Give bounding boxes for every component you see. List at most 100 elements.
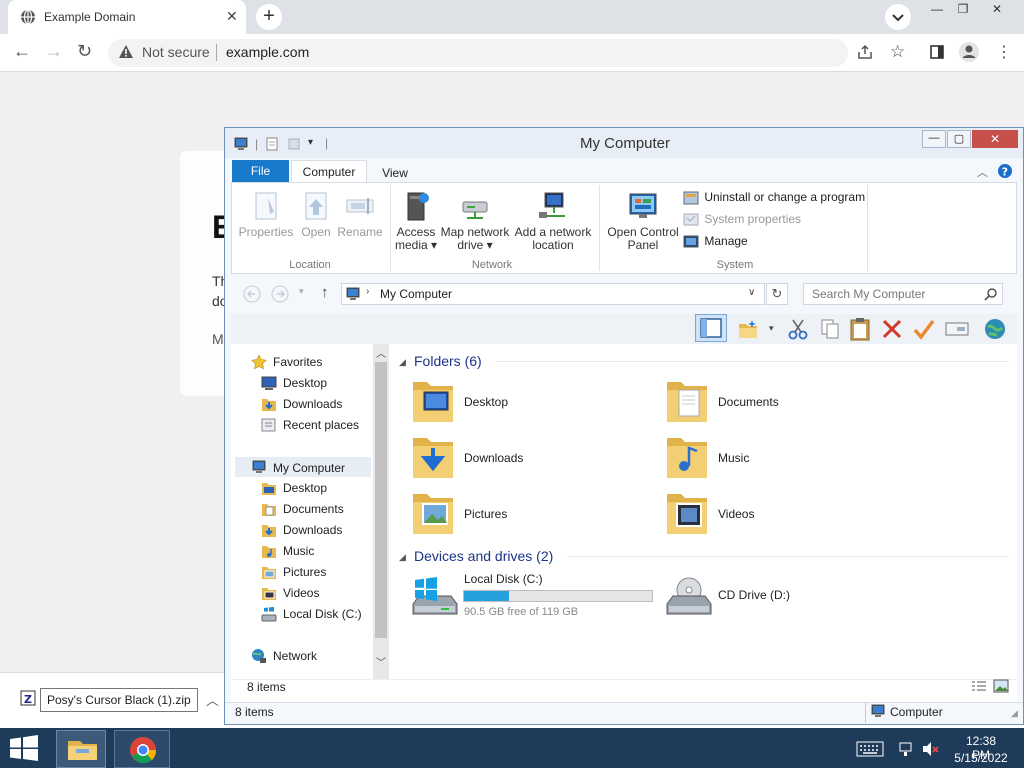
side-panel-icon[interactable] <box>930 45 944 59</box>
network-tray-icon[interactable] <box>898 741 914 757</box>
nav-computer-pictures[interactable]: Pictures <box>261 564 371 580</box>
large-icons-view-icon[interactable] <box>993 679 1009 693</box>
explorer-minimize-button[interactable]: — <box>922 130 946 148</box>
taskbar-chrome-button[interactable] <box>114 730 170 768</box>
profile-avatar-icon[interactable] <box>958 41 980 63</box>
folder-item-music[interactable]: Music <box>665 434 905 482</box>
explorer-maximize-button[interactable]: ▢ <box>947 130 971 148</box>
forward-arrow-icon[interactable] <box>271 285 289 303</box>
nav-computer-downloads[interactable]: Downloads <box>261 522 371 538</box>
properties-button[interactable]: Properties <box>235 190 297 239</box>
security-label[interactable]: Not secure <box>142 44 210 60</box>
nav-favorites-downloads[interactable]: Downloads <box>261 396 371 412</box>
nav-computer-music[interactable]: Music <box>261 543 371 559</box>
page-link[interactable]: M <box>212 331 224 347</box>
nav-my-computer[interactable]: My Computer <box>235 457 371 477</box>
properties-quick-icon[interactable] <box>265 137 279 151</box>
paste-icon[interactable] <box>849 317 871 341</box>
nav-computer-documents[interactable]: Documents <box>261 501 371 517</box>
system-properties-link[interactable]: System properties <box>683 212 801 228</box>
rename-toolbar-icon[interactable] <box>945 319 969 339</box>
chevron-up-icon[interactable]: ︿ <box>206 690 219 709</box>
search-icon[interactable] <box>984 287 998 301</box>
keyboard-icon[interactable] <box>856 741 884 757</box>
collapse-group-icon[interactable]: ◢ <box>399 357 406 368</box>
nav-computer-videos[interactable]: Videos <box>261 585 371 601</box>
new-folder-icon[interactable] <box>737 318 759 340</box>
omnibox[interactable] <box>108 39 848 67</box>
cut-icon[interactable] <box>788 318 808 340</box>
scroll-down-icon[interactable]: ﹀ <box>376 654 386 669</box>
tab-file[interactable]: File <box>232 160 289 182</box>
open-control-panel-button[interactable]: Open Control Panel <box>603 190 683 252</box>
bookmark-star-icon[interactable]: ☆ <box>890 42 905 62</box>
nav-computer-desktop[interactable]: Desktop <box>261 480 371 496</box>
new-tab-button[interactable]: + <box>256 4 282 30</box>
nav-scrollbar[interactable]: ︿ ﹀ <box>373 344 389 699</box>
tab-search-button[interactable] <box>885 4 911 30</box>
drive-item-c[interactable]: Local Disk (C:) 90.5 GB free of 119 GB <box>411 572 661 622</box>
access-media-button[interactable]: Access media ▾ <box>391 190 441 252</box>
folder-item-videos[interactable]: Videos <box>665 490 905 538</box>
nav-computer-local-disk[interactable]: Local Disk (C:) <box>261 606 371 622</box>
back-arrow-icon[interactable] <box>243 285 261 303</box>
tab-view[interactable]: View <box>373 166 417 180</box>
restore-button[interactable]: ❐ <box>946 0 980 20</box>
volume-muted-icon[interactable] <box>922 741 940 757</box>
globe-toolbar-icon[interactable] <box>983 317 1007 341</box>
details-view-icon[interactable] <box>971 680 987 694</box>
taskbar-explorer-button[interactable] <box>56 730 106 768</box>
browser-menu-icon[interactable]: ⋮ <box>996 42 1012 62</box>
tab-close-icon[interactable]: ✕ <box>226 8 238 25</box>
forward-icon[interactable]: → <box>45 41 63 62</box>
nav-network[interactable]: Network <box>251 648 361 664</box>
drive-item-d[interactable]: CD Drive (D:) <box>665 574 865 622</box>
browser-tab[interactable]: Example Domain ✕ <box>8 0 246 34</box>
layout-pane-button[interactable] <box>695 314 727 342</box>
windows-start-icon[interactable] <box>10 735 38 761</box>
recent-locations-icon[interactable]: ▾ <box>299 286 304 297</box>
folders-group-header[interactable]: Folders (6) <box>414 353 482 369</box>
computer-icon[interactable] <box>233 137 249 151</box>
map-network-drive-button[interactable]: Map network drive ▾ <box>439 190 511 252</box>
drives-group-header[interactable]: Devices and drives (2) <box>414 548 553 564</box>
download-filename[interactable]: Posy's Cursor Black (1).zip <box>40 688 198 712</box>
warning-icon[interactable] <box>118 44 134 60</box>
refresh-icon[interactable]: ↻ <box>766 283 788 305</box>
nav-favorites-recent[interactable]: Recent places <box>261 417 371 433</box>
uninstall-program-link[interactable]: Uninstall or change a program <box>683 190 865 206</box>
scroll-thumb[interactable] <box>375 362 387 638</box>
search-input[interactable]: Search My Computer <box>803 283 1003 305</box>
nav-favorites-desktop[interactable]: Desktop <box>261 375 371 391</box>
share-icon[interactable] <box>857 44 875 60</box>
address-dropdown-icon[interactable]: ∨ <box>748 287 755 298</box>
copy-icon[interactable] <box>819 318 841 340</box>
back-icon[interactable]: ← <box>13 41 31 62</box>
close-window-button[interactable]: ✕ <box>980 0 1014 20</box>
address-text[interactable]: My Computer <box>380 287 452 301</box>
resize-grip-icon[interactable]: ◢ <box>1011 708 1018 719</box>
folder-item-documents[interactable]: Documents <box>665 378 905 426</box>
folder-item-desktop[interactable]: Desktop <box>411 378 651 426</box>
new-folder-quick-icon[interactable] <box>287 137 301 151</box>
ribbon-collapse-icon[interactable]: ︿ <box>977 164 988 180</box>
up-arrow-icon[interactable]: ↑ <box>321 284 329 301</box>
url-text[interactable]: example.com <box>226 44 309 60</box>
address-bar[interactable]: › My Computer ∨ <box>341 283 765 305</box>
scroll-up-icon[interactable]: ︿ <box>376 345 386 360</box>
new-folder-dropdown-icon[interactable]: ▾ <box>769 323 774 334</box>
clock-date[interactable]: 5/15/2022 <box>952 751 1010 765</box>
help-icon[interactable]: ? <box>997 163 1013 179</box>
collapse-group-icon[interactable]: ◢ <box>399 552 406 563</box>
tab-computer[interactable]: Computer <box>291 160 367 183</box>
customize-quick-access-icon[interactable]: ▾ <box>308 137 313 148</box>
folder-item-downloads[interactable]: Downloads <box>411 434 651 482</box>
rename-button[interactable]: Rename <box>337 190 383 239</box>
folder-item-pictures[interactable]: Pictures <box>411 490 651 538</box>
reload-icon[interactable]: ↻ <box>77 41 92 62</box>
explorer-close-button[interactable]: ✕ <box>972 130 1018 148</box>
manage-link[interactable]: Manage <box>683 234 748 250</box>
add-network-location-button[interactable]: Add a network location <box>513 190 593 252</box>
breadcrumb-chevron-icon[interactable]: › <box>366 286 369 297</box>
open-button[interactable]: Open <box>295 190 337 239</box>
